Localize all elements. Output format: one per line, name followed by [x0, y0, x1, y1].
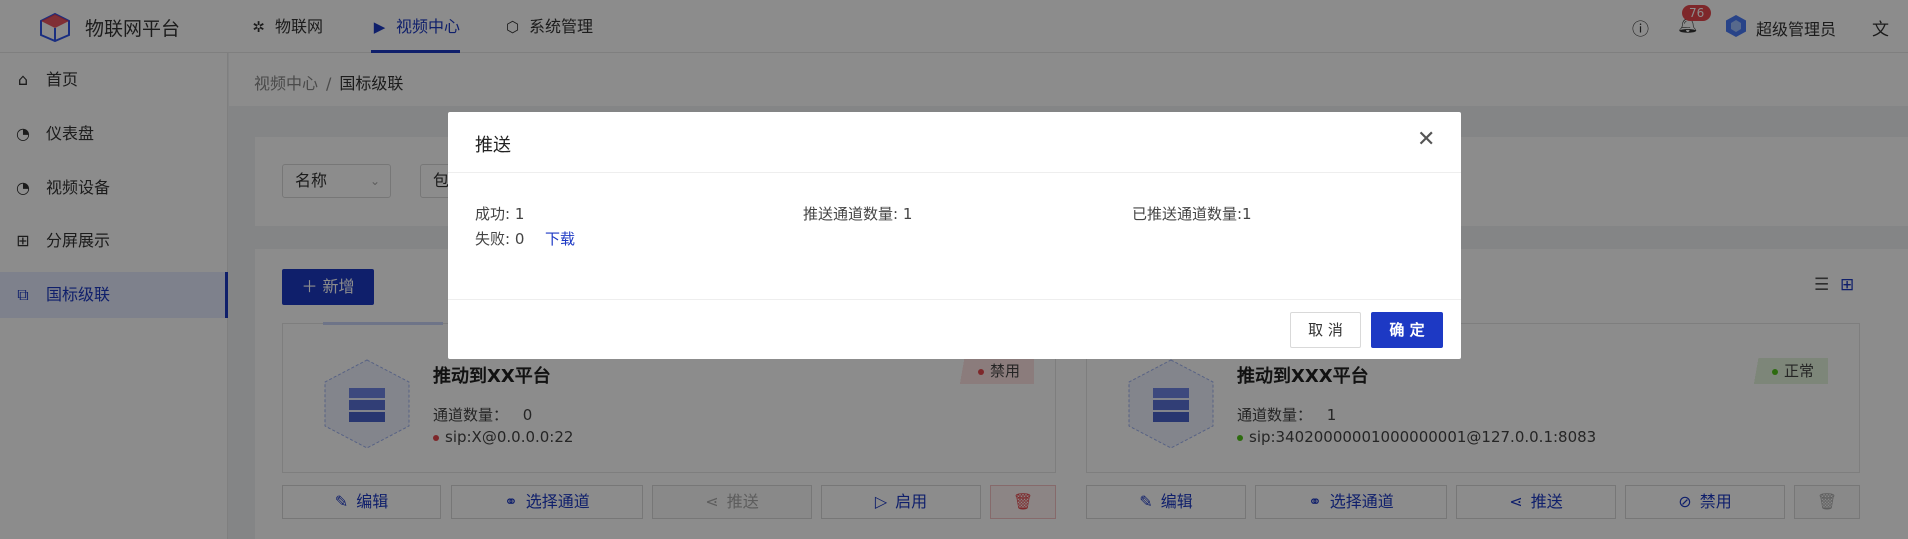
push-channel-count: 推送通道数量: 1 [803, 205, 913, 223]
success-count: 成功: 1 [475, 205, 525, 223]
download-link[interactable]: 下载 [545, 228, 575, 249]
already-pushed-count: 已推送通道数量:1 [1132, 205, 1252, 223]
push-result-modal: 推送 ✕ 成功: 1 推送通道数量: 1 已推送通道数量:1 失败: 0 下载 … [448, 112, 1461, 359]
modal-footer: 取 消 确 定 [448, 299, 1461, 359]
cancel-button[interactable]: 取 消 [1290, 312, 1361, 348]
modal-title: 推送 [475, 135, 511, 156]
modal-header: 推送 ✕ [448, 112, 1461, 173]
close-icon[interactable]: ✕ [1417, 127, 1435, 152]
confirm-button[interactable]: 确 定 [1371, 312, 1443, 348]
fail-count: 失败: 0 [475, 230, 525, 248]
